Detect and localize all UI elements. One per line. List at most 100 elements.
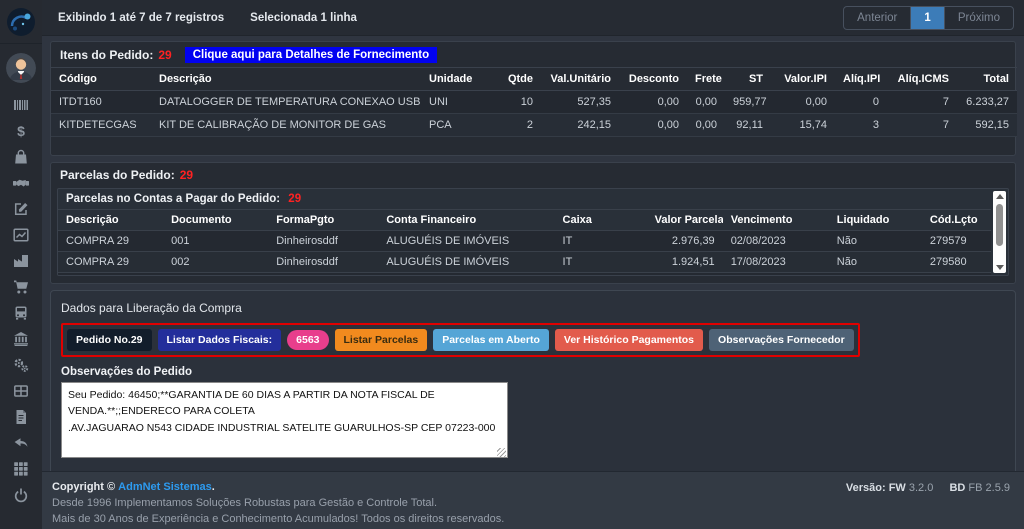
app-window: $ Exibindo 1 até 7 de 7 registros Seleci… xyxy=(0,0,1024,529)
column-header[interactable]: FormaPgto xyxy=(268,209,379,231)
column-header[interactable]: Código xyxy=(51,67,151,91)
admnet-link[interactable]: AdmNet Sistemas xyxy=(118,481,212,493)
cell: ALUGUÉIS DE IMÓVEIS xyxy=(378,272,555,275)
table-row[interactable]: KITDETECGAS KIT DE CALIBRAÇÃO DE MONITOR… xyxy=(51,113,1017,137)
records-info: Exibindo 1 até 7 de 7 registros xyxy=(58,11,225,24)
column-header[interactable]: Unidade xyxy=(421,67,496,91)
gears-icon[interactable] xyxy=(13,356,30,373)
copyright-suffix: . xyxy=(211,481,215,493)
scrollbar-thumb[interactable] xyxy=(996,204,1003,246)
previous-page-button[interactable]: Anterior xyxy=(844,7,910,29)
column-header[interactable]: Valor.IPI xyxy=(771,67,835,91)
cell: KITDETECGAS xyxy=(51,113,151,137)
column-header[interactable]: Frete xyxy=(687,67,725,91)
column-header[interactable]: Alíq.ICMS xyxy=(887,67,957,91)
sidebar-menu: $ xyxy=(13,96,30,503)
cell: 02/08/2023 xyxy=(722,230,829,252)
table-icon[interactable] xyxy=(13,382,30,399)
cell: 592,15 xyxy=(957,113,1017,137)
cell: Dinheirosddf xyxy=(268,251,379,273)
handshake-icon[interactable] xyxy=(13,174,30,191)
edit-icon[interactable] xyxy=(13,200,30,217)
bank-icon[interactable] xyxy=(13,330,30,347)
factory-icon[interactable] xyxy=(13,252,30,269)
column-header[interactable]: Descrição xyxy=(58,209,164,231)
cell: 003 xyxy=(163,272,269,275)
cell: 527,35 xyxy=(541,90,619,114)
cell: 2 xyxy=(496,113,541,137)
vertical-scrollbar[interactable] xyxy=(993,191,1006,273)
parcelas-em-aberto-button[interactable]: Parcelas em Aberto xyxy=(433,329,549,351)
sidebar: $ xyxy=(0,0,42,529)
cell: 279579 xyxy=(921,230,991,252)
bd-label: BD xyxy=(949,482,966,494)
parcelas-header-row: Descrição Documento FormaPgto Conta Fina… xyxy=(58,209,991,231)
observacoes-fornecedor-button[interactable]: Observações Fornecedor xyxy=(709,329,854,351)
parcelas-order-number: 29 xyxy=(179,168,194,182)
cell: 1.924,51 xyxy=(646,251,723,273)
resize-handle-icon[interactable] xyxy=(497,448,506,457)
column-header[interactable]: Alíq.IPI xyxy=(835,67,887,91)
cell: IT xyxy=(554,230,647,252)
bus-icon[interactable] xyxy=(13,304,30,321)
reply-arrow-icon[interactable] xyxy=(13,434,30,451)
grid-icon[interactable] xyxy=(13,460,30,477)
observacoes-pedido-label: Observações do Pedido xyxy=(61,366,193,378)
column-header[interactable]: Liquidado xyxy=(828,209,922,231)
pedido-number-button[interactable]: Pedido No.29 xyxy=(67,329,152,351)
barcode-icon[interactable] xyxy=(13,96,30,113)
panel-spacer xyxy=(51,137,1015,155)
table-row[interactable]: ITDT160 DATALOGGER DE TEMPERATURA CONEXA… xyxy=(51,90,1017,114)
fornecimento-details-link[interactable]: Clique aqui para Detalhes de Forneciment… xyxy=(184,47,438,63)
parcelas-subtitle-text: Parcelas no Contas a Pagar do Pedido: xyxy=(66,193,281,205)
fiscal-code-badge[interactable]: 6563 xyxy=(287,330,329,350)
parcelas-pedido-panel: Parcelas do Pedido: 29 Parcelas no Conta… xyxy=(50,162,1016,284)
cell: 6.233,27 xyxy=(957,90,1017,114)
parcelas-subtitle-number: 29 xyxy=(288,193,302,205)
scroll-down-icon[interactable] xyxy=(995,265,1004,270)
cell: 15,74 xyxy=(771,113,835,137)
table-row[interactable]: COMPRA 29 003 Dinheirosddf ALUGUÉIS DE I… xyxy=(58,272,991,275)
column-header[interactable]: ST xyxy=(725,67,771,91)
column-header[interactable]: Caixa xyxy=(554,209,647,231)
table-row[interactable]: COMPRA 29 001 Dinheirosddf ALUGUÉIS DE I… xyxy=(58,230,991,252)
column-header[interactable]: Descrição xyxy=(151,67,421,91)
column-header[interactable]: Desconto xyxy=(619,67,687,91)
cell: 001 xyxy=(163,230,269,252)
user-avatar[interactable] xyxy=(6,53,36,83)
ver-historico-pagamentos-button[interactable]: Ver Histórico Pagamentos xyxy=(554,329,704,351)
column-header[interactable]: Conta Financeiro xyxy=(378,209,555,231)
dollar-icon[interactable]: $ xyxy=(13,122,30,139)
column-header[interactable]: Qtde xyxy=(496,67,541,91)
footer-line3: Mais de 30 Anos de Experiência e Conheci… xyxy=(52,513,505,525)
listar-dados-fiscais-button[interactable]: Listar Dados Fiscais: xyxy=(157,329,282,351)
column-header[interactable]: Documento xyxy=(163,209,269,231)
column-header[interactable]: Val.Unitário xyxy=(541,67,619,91)
table-row[interactable]: COMPRA 29 002 Dinheirosddf ALUGUÉIS DE I… xyxy=(58,251,991,273)
liberacao-compra-panel: Dados para Liberação da Compra Pedido No… xyxy=(50,290,1016,475)
document-icon[interactable] xyxy=(13,408,30,425)
cell: Não xyxy=(828,251,922,273)
observacoes-pedido-textarea[interactable]: Seu Pedido: 46450;**GARANTIA DE 60 DIAS … xyxy=(61,382,508,458)
cell: 279580 xyxy=(921,251,991,273)
line-chart-icon[interactable] xyxy=(13,226,30,243)
shopping-bag-icon[interactable] xyxy=(13,148,30,165)
next-page-button[interactable]: Próximo xyxy=(945,7,1013,29)
cell: 1.924,51 xyxy=(646,272,723,275)
power-icon[interactable] xyxy=(13,486,30,503)
cell: 0,00 xyxy=(687,113,725,137)
listar-parcelas-button[interactable]: Listar Parcelas xyxy=(334,329,428,351)
column-header[interactable]: Valor Parcela xyxy=(646,209,723,231)
admnet-logo[interactable] xyxy=(0,0,42,44)
column-header[interactable]: Cód.Lçto xyxy=(921,209,991,231)
liberacao-button-group: Pedido No.29 Listar Dados Fiscais: 6563 … xyxy=(61,323,860,357)
current-page-button[interactable]: 1 xyxy=(910,6,945,29)
column-header[interactable]: Vencimento xyxy=(722,209,829,231)
cell: 01/09/2023 xyxy=(722,272,829,275)
cell: COMPRA 29 xyxy=(58,251,164,273)
column-header[interactable]: Total xyxy=(957,67,1017,91)
shopping-cart-icon[interactable] xyxy=(13,278,30,295)
avatar-image xyxy=(6,53,36,83)
scroll-up-icon[interactable] xyxy=(995,194,1004,199)
itens-pedido-panel: Itens do Pedido: 29 Clique aqui para Det… xyxy=(50,41,1017,156)
